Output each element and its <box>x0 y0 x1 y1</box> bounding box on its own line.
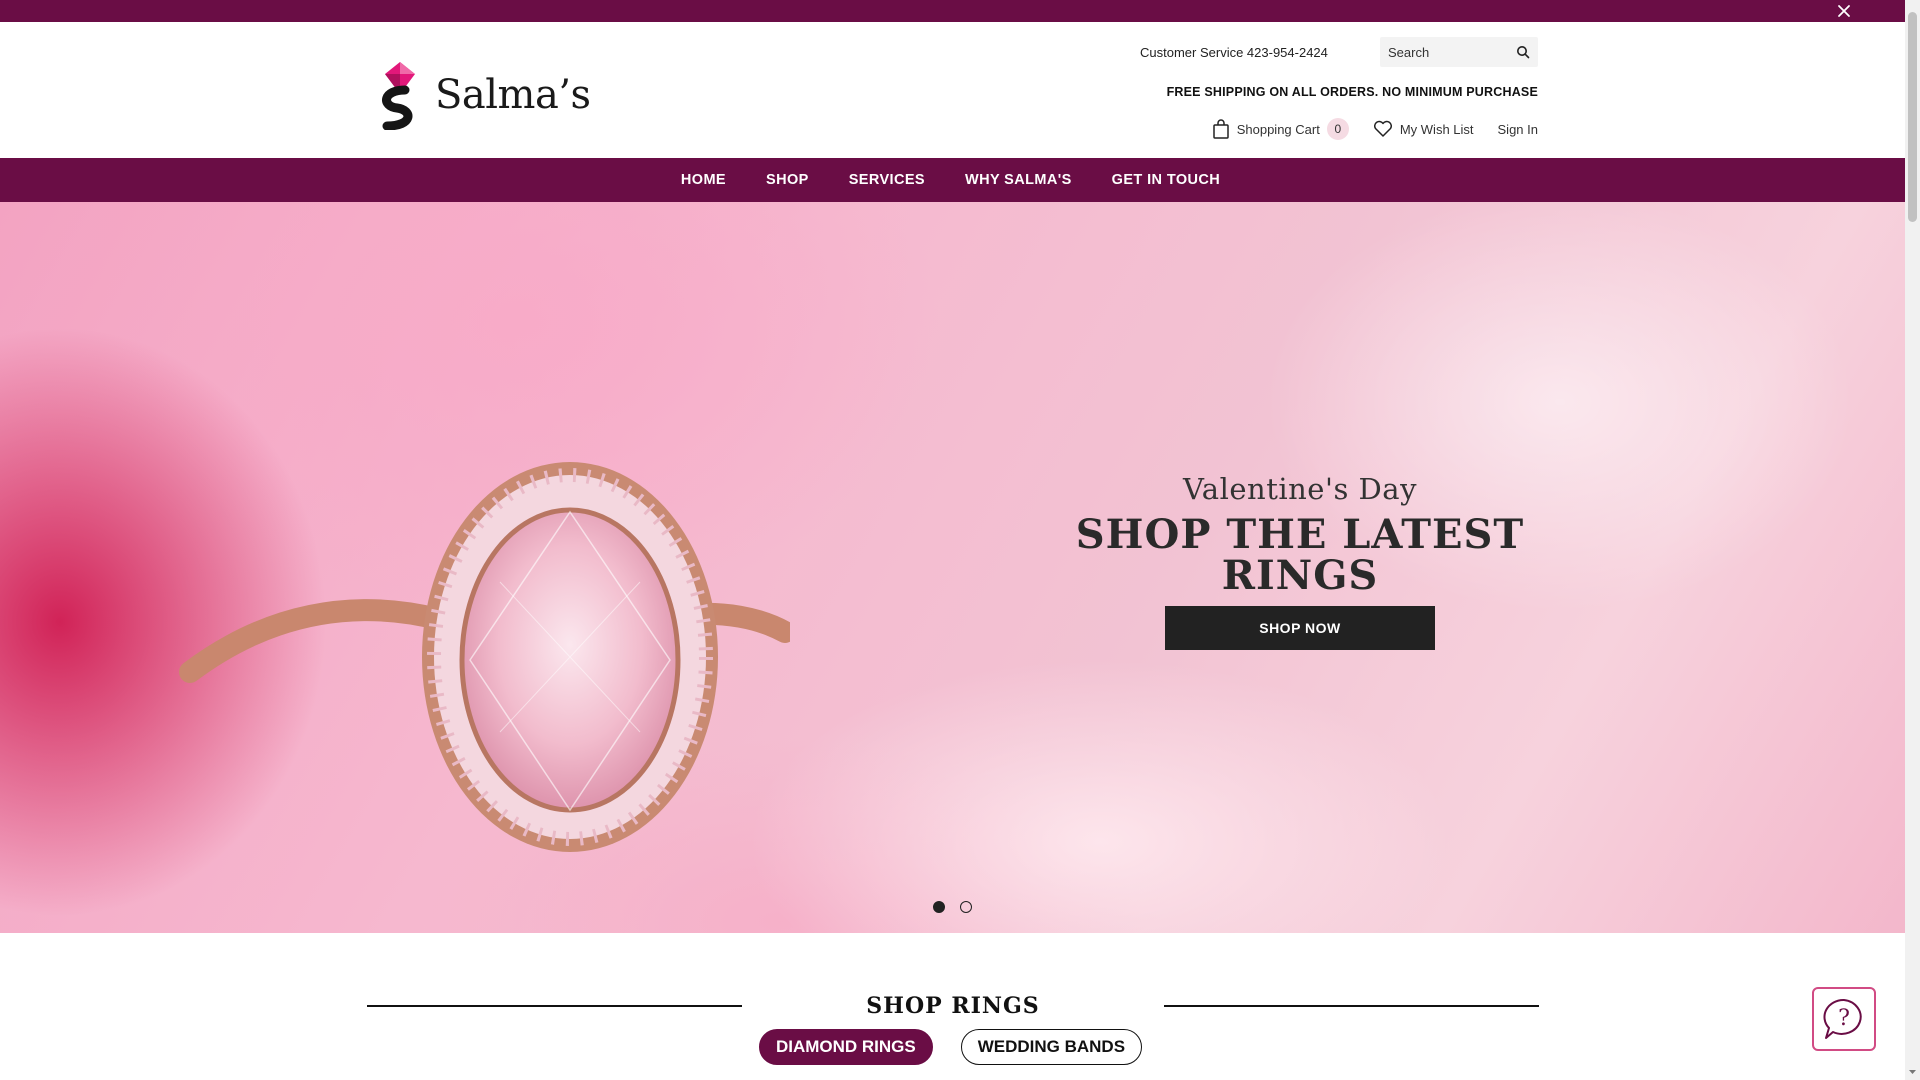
sign-in-link[interactable]: Sign In <box>1498 122 1538 137</box>
logo[interactable]: Salma’s <box>375 60 591 130</box>
logo-wordmark: Salma’s <box>435 72 591 118</box>
tab-wedding-bands[interactable]: WEDDING BANDS <box>960 1029 1143 1065</box>
shopping-cart-link[interactable]: Shopping Cart 0 <box>1212 118 1349 140</box>
heart-icon <box>1373 120 1392 137</box>
close-icon[interactable] <box>1835 2 1853 20</box>
slide-dot-1[interactable] <box>933 901 945 913</box>
question-chat-icon: ? <box>1823 998 1862 1039</box>
shopping-bag-icon <box>1212 119 1229 139</box>
main-navigation: HOME SHOP SERVICES WHY SALMA'S GET IN TO… <box>0 158 1905 202</box>
site-header: Salma’s Customer Service 423-954-2424 FR… <box>0 22 1905 158</box>
page: Salma’s Customer Service 423-954-2424 FR… <box>0 0 1905 1080</box>
free-shipping-notice: FREE SHIPPING ON ALL ORDERS. NO MINIMUM … <box>1166 85 1538 99</box>
tab-diamond-rings[interactable]: DIAMOND RINGS <box>758 1029 933 1065</box>
heading-divider-right <box>1164 1005 1539 1007</box>
page-scrollbar[interactable] <box>1905 0 1920 1080</box>
search-box[interactable] <box>1380 37 1538 67</box>
hero-banner: Valentine's Day SHOP THE LATEST RINGS SH… <box>0 202 1905 933</box>
slide-dot-2[interactable] <box>960 901 972 913</box>
announcement-bar <box>0 0 1905 22</box>
shopping-cart-label: Shopping Cart <box>1236 121 1320 137</box>
svg-text:?: ? <box>1838 1006 1850 1031</box>
nav-item-why-salmas[interactable]: WHY SALMA'S <box>965 172 1072 188</box>
sign-in-label: Sign In <box>1497 121 1538 137</box>
help-widget-button[interactable]: ? <box>1812 987 1876 1051</box>
nav-item-get-in-touch[interactable]: GET IN TOUCH <box>1112 172 1220 188</box>
shop-rings-heading: SHOP RINGS <box>367 993 1539 1019</box>
cart-count-badge: 0 <box>1326 118 1349 140</box>
account-links: Shopping Cart 0 My Wish List Sign In <box>1212 118 1538 140</box>
nav-item-home[interactable]: HOME <box>681 172 726 188</box>
ring-category-tabs: DIAMOND RINGS WEDDING BANDS <box>0 1029 1905 1065</box>
slider-pagination <box>933 901 972 913</box>
hero-subtitle: Valentine's Day <box>1183 472 1417 506</box>
hero-title: SHOP THE LATEST RINGS <box>1075 511 1525 599</box>
logo-mark-icon <box>382 62 415 130</box>
search-icon[interactable] <box>1516 45 1530 59</box>
ring-image <box>179 462 790 852</box>
nav-item-services[interactable]: SERVICES <box>849 172 925 188</box>
nav-item-shop[interactable]: SHOP <box>766 172 809 188</box>
scroll-down-arrow-icon[interactable] <box>1908 1068 1917 1076</box>
customer-service-phone[interactable]: Customer Service 423-954-2424 <box>1140 45 1328 60</box>
wish-list-link[interactable]: My Wish List <box>1373 120 1474 138</box>
shop-now-button[interactable]: SHOP NOW <box>1165 606 1435 650</box>
search-input[interactable] <box>1380 37 1505 67</box>
hero-copy: Valentine's Day SHOP THE LATEST RINGS SH… <box>1000 472 1600 650</box>
scrollbar-thumb[interactable] <box>1908 12 1917 222</box>
wish-list-label: My Wish List <box>1399 121 1474 137</box>
